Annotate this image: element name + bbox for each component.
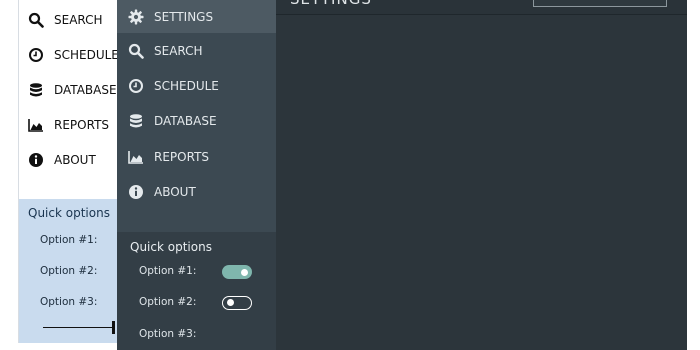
dark-menu-item-about[interactable]: ABOUT — [117, 174, 276, 209]
window-margin — [687, 0, 700, 350]
light-menu-label: REPORTS — [54, 117, 110, 132]
dark-option-1-label: Option #1: — [139, 265, 197, 277]
header-input-box[interactable] — [533, 0, 667, 7]
gear-icon — [128, 9, 144, 25]
database-icon — [28, 82, 44, 98]
option-2-toggle[interactable] — [222, 296, 252, 310]
light-menu-item-search[interactable]: SEARCH — [18, 2, 118, 37]
slider-thumb[interactable] — [112, 321, 115, 334]
dark-menu-label: SETTINGS — [154, 9, 214, 24]
light-menu-item-about[interactable]: ABOUT — [18, 142, 118, 177]
clock-icon — [28, 47, 44, 63]
dark-menu-item-schedule[interactable]: SCHEDULE — [117, 68, 276, 103]
light-menu-item-reports[interactable]: REPORTS — [18, 107, 118, 142]
dark-menu-item-settings[interactable]: SETTINGS — [117, 0, 276, 33]
light-menu-label: DATABASE — [54, 82, 117, 97]
light-option-3-label: Option #3: — [40, 296, 98, 308]
light-option-3-slider[interactable] — [43, 321, 118, 335]
dark-menu-label: REPORTS — [154, 149, 210, 164]
dark-menu-label: SCHEDULE — [154, 78, 219, 93]
dark-quick-options-panel: Quick options Option #1: Option #2: Opti… — [117, 232, 276, 350]
toggle-knob — [227, 299, 234, 306]
dark-menu-item-reports[interactable]: REPORTS — [117, 139, 276, 174]
search-icon — [28, 12, 44, 28]
light-menu-item-database[interactable]: DATABASE — [18, 72, 118, 107]
dark-option-2-label: Option #2: — [139, 296, 197, 308]
light-option-2-label: Option #2: — [40, 265, 98, 277]
dark-menu-label: ABOUT — [154, 184, 196, 199]
search-icon — [128, 43, 144, 59]
dark-menu-item-database[interactable]: DATABASE — [117, 103, 276, 138]
main-content: SETTINGS — [276, 0, 687, 350]
light-menu-label: ABOUT — [54, 152, 96, 167]
light-menu-label: SCHEDULE — [54, 47, 119, 62]
dark-menu-item-search[interactable]: SEARCH — [117, 33, 276, 68]
page-title: SETTINGS — [290, 0, 372, 8]
dark-sidebar: SETTINGS SEARCH SCHEDULE DATABASE REPORT — [117, 0, 276, 350]
light-menu-label: SEARCH — [54, 12, 103, 27]
toggle-knob — [241, 268, 248, 276]
area-chart-icon — [128, 149, 144, 165]
dark-option-3-label: Option #3: — [139, 328, 197, 340]
dark-menu-label: DATABASE — [154, 113, 217, 128]
light-panel-edge — [18, 0, 19, 343]
slider-track — [43, 327, 113, 328]
area-chart-icon — [28, 117, 44, 133]
light-menu-item-schedule[interactable]: SCHEDULE — [18, 37, 119, 72]
light-quick-options-title: Quick options — [28, 206, 110, 220]
header-divider — [276, 14, 687, 15]
main-content-body — [276, 15, 687, 350]
app-window: SEARCH SCHEDULE DATABASE REPORTS ABOUT Q… — [0, 0, 700, 350]
clock-icon — [128, 78, 144, 94]
database-icon — [128, 113, 144, 129]
dark-quick-options-title: Quick options — [130, 240, 212, 254]
option-1-toggle[interactable] — [222, 265, 252, 279]
dark-menu-label: SEARCH — [154, 43, 203, 58]
light-sidebar: SEARCH SCHEDULE DATABASE REPORTS ABOUT Q… — [18, 0, 119, 343]
info-icon — [28, 152, 44, 168]
info-icon — [128, 184, 144, 200]
light-option-1-label: Option #1: — [40, 234, 98, 246]
